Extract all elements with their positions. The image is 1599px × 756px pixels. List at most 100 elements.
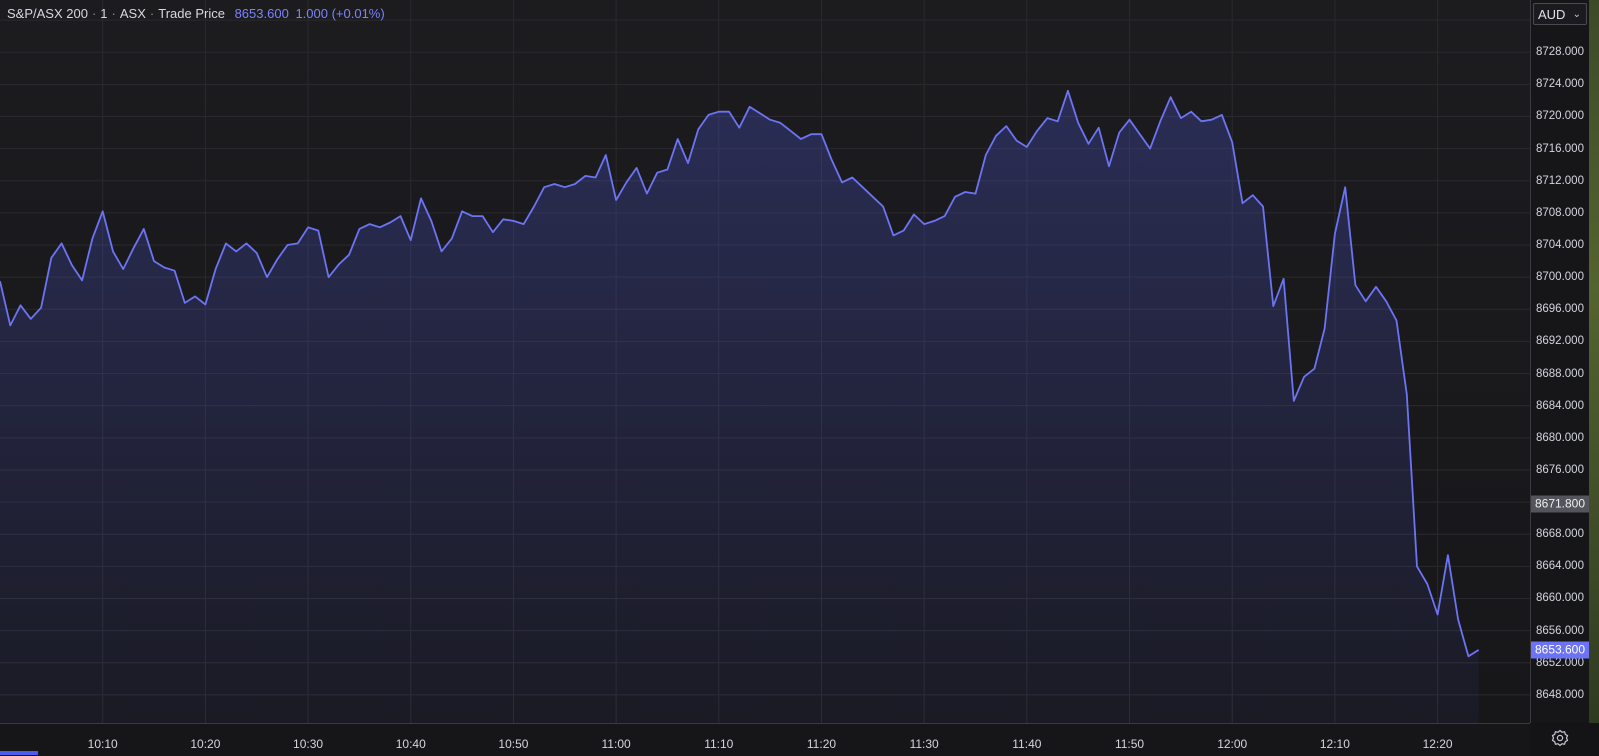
time-tick-label: 12:10: [1319, 737, 1350, 751]
data-point: [543, 186, 545, 188]
data-point: [1149, 148, 1151, 150]
data-point: [256, 252, 258, 254]
price-tick-label: 8656.000: [1536, 624, 1584, 637]
data-point: [1129, 119, 1131, 121]
data-point: [1396, 320, 1398, 322]
price-tick-label: 8660.000: [1536, 592, 1584, 605]
data-point: [944, 215, 946, 217]
data-point: [1026, 146, 1028, 148]
legend-interval[interactable]: 1: [100, 6, 107, 21]
data-point: [1211, 119, 1213, 121]
time-tick-label: 10:30: [293, 737, 324, 751]
data-point: [40, 307, 42, 309]
data-point: [523, 223, 525, 225]
data-point: [502, 219, 504, 221]
data-point: [1303, 376, 1305, 378]
data-point: [30, 318, 32, 320]
series-area-fill: [0, 90, 1479, 723]
time-tick-label: 11:10: [704, 737, 734, 751]
legend-separator: ·: [111, 6, 116, 21]
data-point: [276, 259, 278, 261]
data-point: [893, 235, 895, 237]
data-point: [1447, 554, 1449, 556]
data-point: [235, 251, 237, 253]
data-point: [800, 138, 802, 140]
data-point: [615, 199, 617, 201]
data-point: [718, 111, 720, 113]
data-point: [1057, 121, 1059, 123]
data-point: [564, 186, 566, 188]
time-tick-label: 10:50: [498, 737, 529, 751]
price-chart-svg[interactable]: [0, 0, 1530, 723]
data-point: [790, 130, 792, 132]
legend-separator: ·: [91, 6, 97, 21]
data-point: [318, 230, 320, 232]
data-point: [1355, 284, 1357, 286]
price-tick-label: 8704.000: [1536, 239, 1584, 252]
data-point: [369, 223, 371, 225]
data-point: [215, 268, 217, 270]
data-point: [923, 223, 925, 225]
data-point: [554, 183, 556, 185]
data-point: [164, 267, 166, 269]
data-point: [780, 122, 782, 124]
data-point: [400, 215, 402, 217]
time-tick-label: 12:00: [1217, 737, 1248, 751]
price-tick-label: 8692.000: [1536, 335, 1584, 348]
data-point: [287, 244, 289, 246]
data-point: [1334, 233, 1336, 235]
time-scale[interactable]: [0, 723, 1530, 756]
data-point: [934, 220, 936, 222]
data-point: [708, 114, 710, 116]
data-point: [739, 127, 741, 129]
data-point: [122, 268, 124, 270]
data-point: [359, 228, 361, 230]
legend-exchange: ASX: [119, 6, 146, 21]
price-tick-label: 8708.000: [1536, 206, 1584, 219]
data-point: [1273, 305, 1275, 307]
data-point: [1077, 122, 1079, 124]
data-point: [1385, 301, 1387, 303]
data-point: [205, 304, 207, 306]
data-point: [61, 243, 63, 245]
price-tick-label: 8668.000: [1536, 528, 1584, 541]
legend-separator: ·: [149, 6, 155, 21]
chart-legend: S&P/ASX 200 · 1 · ASX · Trade Price 8653.600 1…: [7, 6, 385, 21]
data-point: [389, 222, 391, 224]
data-point: [821, 133, 823, 135]
data-point: [410, 239, 412, 241]
data-point: [92, 238, 94, 240]
price-tick-label: 8688.000: [1536, 367, 1584, 380]
price-tick-label: 8680.000: [1536, 431, 1584, 444]
data-point: [605, 154, 607, 156]
data-point: [266, 276, 268, 278]
data-point: [71, 264, 73, 266]
data-point: [1252, 194, 1254, 196]
data-point: [626, 182, 628, 184]
data-point: [1478, 649, 1480, 651]
data-point: [441, 251, 443, 253]
data-point: [338, 264, 340, 266]
data-point: [1119, 132, 1121, 134]
legend-symbol[interactable]: S&P/ASX 200: [7, 6, 88, 21]
data-point: [431, 220, 433, 222]
price-tick-label: 8676.000: [1536, 463, 1584, 476]
price-tick-label: 8720.000: [1536, 110, 1584, 123]
data-point: [133, 247, 135, 249]
data-point: [1108, 166, 1110, 168]
time-tick-label: 12:20: [1422, 737, 1453, 751]
price-tick-label: 8684.000: [1536, 399, 1584, 412]
chart-plot-area[interactable]: S&P/ASX 200 · 1 · ASX · Trade Price 8653.600 1…: [0, 0, 1530, 723]
data-point: [1139, 133, 1141, 135]
currency-select[interactable]: AUD ⌄: [1533, 3, 1587, 25]
data-point: [1180, 117, 1182, 119]
data-point: [307, 227, 309, 229]
data-point: [143, 228, 145, 230]
price-tick-label: 8648.000: [1536, 688, 1584, 701]
data-point: [102, 211, 104, 213]
price-tick-label: 8724.000: [1536, 78, 1584, 91]
data-point: [1457, 619, 1459, 621]
data-point: [882, 206, 884, 208]
price-tick-label: 8664.000: [1536, 560, 1584, 573]
gear-icon[interactable]: [1551, 729, 1569, 747]
